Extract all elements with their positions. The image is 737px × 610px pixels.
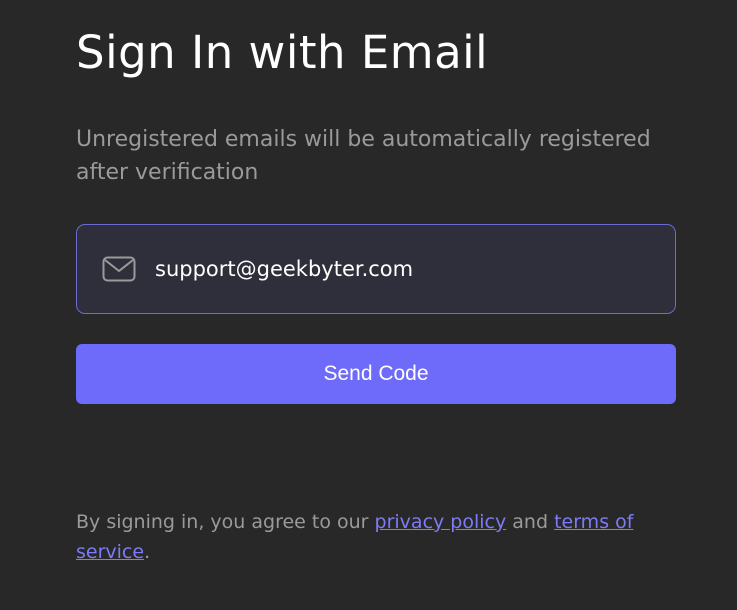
send-code-button[interactable]: Send Code: [76, 344, 676, 404]
terms-prefix: By signing in, you agree to our: [76, 511, 375, 533]
email-input[interactable]: [155, 249, 675, 289]
terms-notice: By signing in, you agree to our privacy …: [76, 507, 676, 567]
privacy-policy-link[interactable]: privacy policy: [375, 511, 507, 533]
terms-middle: and: [506, 511, 555, 533]
terms-suffix: .: [144, 541, 151, 563]
email-field[interactable]: [76, 224, 676, 314]
subtitle: Unregistered emails will be automaticall…: [76, 127, 651, 185]
page-title: Sign In with Email: [76, 26, 489, 79]
mail-icon: [102, 256, 136, 282]
